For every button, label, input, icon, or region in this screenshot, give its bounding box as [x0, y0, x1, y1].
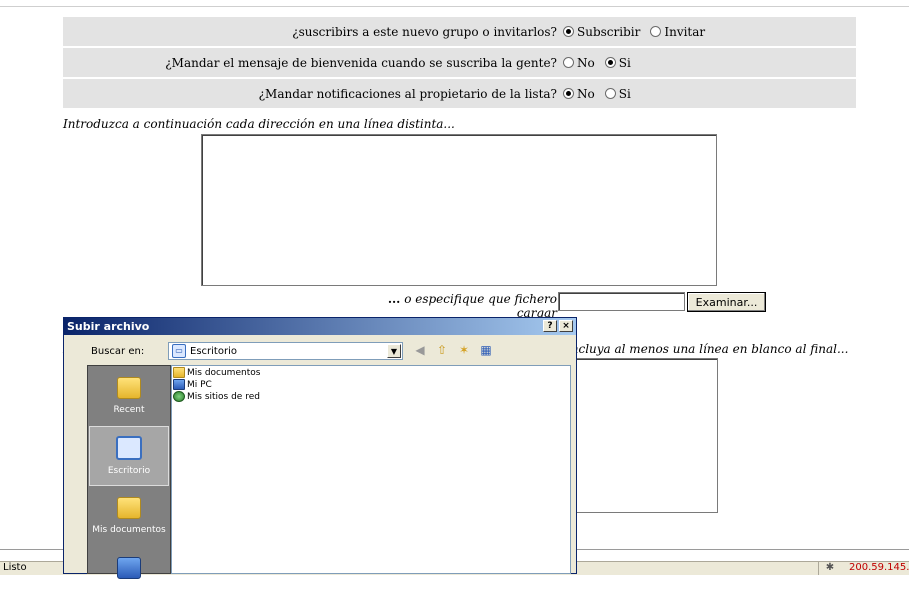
radio-dot — [650, 26, 662, 37]
question-welcome: ¿Mandar el mensaje de bienvenida cuando … — [165, 55, 557, 70]
file-list[interactable]: Mis documentos Mi PC Mis sitios de red — [171, 365, 571, 574]
recent-folder-icon — [117, 377, 141, 399]
status-text: Listo — [3, 562, 27, 573]
view-menu-icon[interactable]: ▦ — [478, 342, 494, 358]
look-in-label: Buscar en: — [91, 346, 145, 357]
top-divider — [0, 6, 909, 7]
dialog-toolbar: ◀ ⇧ ✶ ▦ — [412, 342, 494, 358]
my-documents-icon — [117, 497, 141, 519]
status-ip: 200.59.145.7 — [849, 562, 909, 573]
radio-invitar[interactable]: Invitar — [650, 25, 705, 39]
look-in-combo[interactable]: ▭ Escritorio ▼ — [168, 342, 403, 360]
radio-subscribir[interactable]: Subscribir — [563, 25, 640, 39]
message-textarea[interactable] — [566, 358, 718, 513]
help-button[interactable]: ? — [543, 320, 557, 332]
back-icon[interactable]: ◀ — [412, 342, 428, 358]
place-my-documents[interactable]: Mis documentos — [88, 486, 170, 546]
look-in-value: Escritorio — [190, 345, 237, 357]
list-item[interactable]: Mi PC — [172, 379, 570, 390]
radio-notify-no[interactable]: No — [563, 87, 595, 101]
upload-file-dialog: Subir archivo ? × Buscar en: ▭ Escritori… — [63, 317, 577, 595]
security-zone-icon: ✱ — [818, 562, 841, 575]
radio-dot — [604, 88, 616, 99]
my-documents-icon — [173, 367, 185, 378]
dialog-title: Subir archivo — [67, 320, 150, 333]
place-desktop[interactable]: Escritorio — [89, 426, 169, 486]
place-my-computer[interactable]: Mi PC — [88, 546, 170, 606]
up-folder-icon[interactable]: ⇧ — [434, 342, 450, 358]
new-folder-icon[interactable]: ✶ — [456, 342, 472, 358]
browse-button[interactable]: Examinar... — [687, 292, 766, 312]
radio-dot — [563, 88, 574, 99]
settings-row-welcome: ¿Mandar el mensaje de bienvenida cuando … — [63, 48, 856, 77]
place-recent[interactable]: Recent — [88, 366, 170, 426]
instruction2-end: Incluya al menos una línea en blanco al … — [566, 342, 849, 356]
places-bar: Recent Escritorio Mis documentos Mi PC — [87, 365, 171, 595]
network-places-icon — [173, 391, 185, 402]
file-path-input[interactable] — [558, 292, 685, 311]
address-instruction: Introduzca a continuación cada dirección… — [63, 117, 455, 131]
radio-welcome-no[interactable]: No — [563, 56, 595, 70]
close-button[interactable]: × — [559, 320, 573, 332]
radio-dot — [563, 57, 574, 68]
settings-table: ¿suscribirs a este nuevo grupo o invitar… — [63, 17, 856, 110]
my-computer-icon — [117, 557, 141, 579]
my-computer-icon — [173, 379, 185, 390]
file-label: ... o especifique que fichero cargar — [387, 292, 557, 320]
list-item[interactable]: Mis documentos — [172, 367, 570, 378]
desktop-icon — [116, 436, 142, 460]
radio-welcome-si[interactable]: Si — [604, 56, 631, 70]
dialog-titlebar[interactable]: Subir archivo ? × — [64, 318, 576, 335]
question-notify: ¿Mandar notificaciones al propietario de… — [258, 86, 557, 101]
settings-row-notify: ¿Mandar notificaciones al propietario de… — [63, 79, 856, 108]
chevron-down-icon[interactable]: ▼ — [387, 344, 401, 358]
radio-dot — [604, 57, 616, 68]
addresses-textarea[interactable] — [201, 134, 717, 286]
desktop-icon: ▭ — [172, 344, 186, 358]
question-subscribe: ¿suscribirs a este nuevo grupo o invitar… — [292, 24, 557, 39]
radio-dot — [563, 26, 574, 37]
settings-row-subscribe: ¿suscribirs a este nuevo grupo o invitar… — [63, 17, 856, 46]
radio-notify-si[interactable]: Si — [604, 87, 631, 101]
list-item[interactable]: Mis sitios de red — [172, 391, 570, 402]
